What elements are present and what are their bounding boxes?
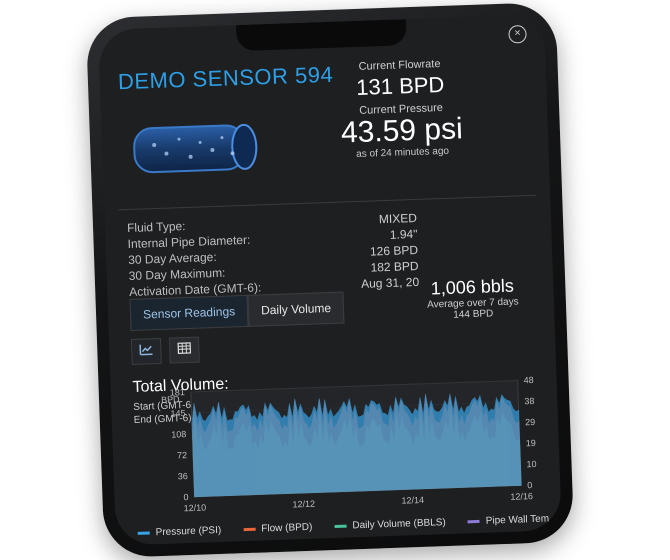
- legend-label: Flow (BPD): [261, 521, 313, 535]
- y-axis-label: BPD: [161, 394, 180, 405]
- legend-item[interactable]: Flow (BPD): [243, 521, 313, 535]
- sensor-pipe-image: [133, 123, 258, 174]
- spec-value: 1.94": [389, 226, 418, 242]
- tab-daily-volume[interactable]: Daily Volume: [247, 291, 345, 327]
- close-icon[interactable]: ×: [508, 24, 527, 44]
- y-right-tick-label: 10: [526, 459, 536, 469]
- y-left-tick-label: 72: [177, 450, 187, 460]
- spec-value: MIXED: [378, 210, 418, 227]
- y-right-tick-label: 19: [526, 438, 536, 448]
- x-tick-label: 12/14: [401, 495, 424, 506]
- spec-value: 182 BPD: [370, 258, 419, 275]
- legend-swatch: [334, 524, 347, 528]
- tab-bar: Sensor Readings Daily Volume: [129, 291, 345, 331]
- current-readings: Current Flowrate 131 BPD Current Pressur…: [289, 56, 512, 163]
- y-left-tick-label: 36: [178, 471, 188, 481]
- legend-label: Pressure (PSI): [155, 524, 222, 539]
- legend-label: Daily Volume (BBLS): [352, 517, 446, 532]
- y-right-tick-label: 29: [525, 417, 535, 427]
- x-tick-label: 12/10: [183, 502, 206, 513]
- y-right-tick-label: 38: [524, 396, 534, 406]
- legend-swatch: [243, 527, 256, 532]
- y-left-tick-label: 0: [183, 492, 188, 502]
- spec-label: Fluid Type:: [126, 219, 186, 236]
- legend-swatch: [137, 531, 150, 535]
- tab-sensor-readings[interactable]: Sensor Readings: [129, 294, 249, 331]
- phone-frame: × DEMO SENSOR 594 Current Flowrate 131 B…: [85, 1, 575, 559]
- spec-label: Internal Pipe Diameter:: [127, 232, 251, 252]
- phone-notch: [236, 19, 407, 52]
- legend-item[interactable]: Pipe Wall Tem...: [467, 513, 558, 527]
- spec-label: 30 Day Maximum:: [128, 265, 226, 284]
- volume-summary: 1,006 bbls Average over 7 days 144 BPD: [407, 275, 538, 323]
- legend-item[interactable]: Pressure (PSI): [137, 524, 222, 539]
- spec-value: 126 BPD: [369, 242, 419, 259]
- y-right-tick-label: 0: [527, 480, 532, 490]
- app-screen: × DEMO SENSOR 594 Current Flowrate 131 B…: [98, 14, 562, 546]
- legend-label: Pipe Wall Tem...: [485, 513, 558, 527]
- x-tick-label: 12/12: [292, 499, 315, 510]
- y-left-tick-label: 108: [171, 429, 186, 440]
- legend-swatch: [467, 519, 480, 524]
- y-right-tick-label: 48: [523, 375, 533, 385]
- x-tick-label: 12/16: [510, 491, 533, 502]
- spec-label: 30 Day Average:: [127, 249, 217, 268]
- y-left-tick-label: 145: [170, 408, 185, 419]
- sensor-chart: 036721081451810101929384812/10 12/12 12/14…: [161, 375, 537, 513]
- current-flowrate-value: 131 BPD: [355, 71, 445, 100]
